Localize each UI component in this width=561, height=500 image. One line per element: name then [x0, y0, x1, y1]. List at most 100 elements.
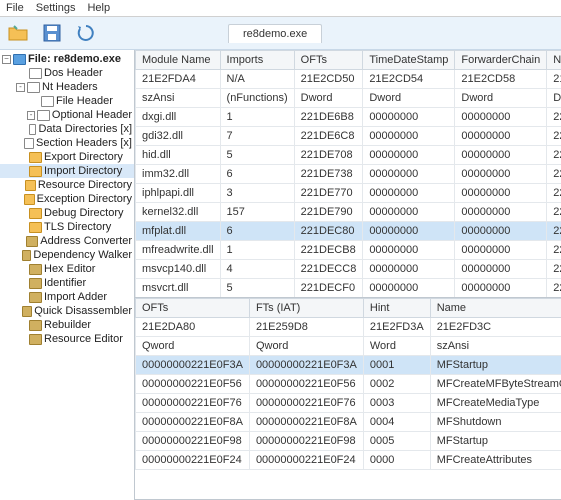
tree-item[interactable]: - Nt Headers [0, 80, 134, 94]
cell: 21E2FD3C [430, 317, 561, 336]
tree-item[interactable]: Exception Directory [0, 192, 134, 206]
column-header[interactable]: Name RVA [547, 51, 561, 70]
content-panel: Module NameImportsOFTsTimeDateStampForwa… [135, 50, 561, 500]
cell: Dword [363, 89, 455, 108]
tree-item[interactable]: Dependency Walker [0, 248, 134, 262]
tool-icon [29, 278, 42, 289]
table-row[interactable]: iphlpapi.dll3221DE7700000000000000000221… [136, 184, 561, 203]
tree-item[interactable]: Export Directory [0, 150, 134, 164]
tree-item[interactable]: Import Adder [0, 290, 134, 304]
tree-item-label: Dos Header [44, 67, 103, 79]
cell: 21E2CD54 [363, 70, 455, 89]
table-row[interactable]: 00000000221E0F2400000000221E0F240000MFCr… [136, 450, 561, 469]
cell: 00000000 [455, 260, 547, 279]
cell: 00000000 [455, 108, 547, 127]
folder-icon [29, 208, 42, 219]
tree-item[interactable]: Resource Directory [0, 178, 134, 192]
menu-settings[interactable]: Settings [36, 2, 76, 14]
cell: 0000 [363, 450, 430, 469]
table-row[interactable]: 00000000221E0F9800000000221E0F980005MFSt… [136, 431, 561, 450]
cell: 221E10B2 [547, 279, 561, 298]
tree-item[interactable]: Resource Editor [0, 332, 134, 346]
cell: 21E259D8 [249, 317, 363, 336]
column-header[interactable]: Hint [363, 298, 430, 317]
tree-item[interactable]: Hex Editor [0, 262, 134, 276]
column-header[interactable]: Imports [220, 51, 294, 70]
tool-icon [29, 320, 42, 331]
column-header[interactable]: FTs (IAT) [249, 298, 363, 317]
cell: 6 [220, 165, 294, 184]
column-header[interactable]: OFTs [136, 298, 250, 317]
tree-item[interactable]: Debug Directory [0, 206, 134, 220]
functions-grid[interactable]: OFTsFTs (IAT)HintName 21E2DA8021E259D821… [135, 298, 561, 500]
table-row[interactable]: 00000000221E0F7600000000221E0F760003MFCr… [136, 393, 561, 412]
tree-item-label: Nt Headers [42, 81, 98, 93]
table-row[interactable]: 00000000221E0F3A00000000221E0F3A0001MFSt… [136, 355, 561, 374]
tree-item[interactable]: File Header [0, 94, 134, 108]
cell: 00000000221E0F8A [249, 412, 363, 431]
tree-item[interactable]: Import Directory [0, 164, 134, 178]
column-header[interactable]: OFTs [294, 51, 363, 70]
tree-item[interactable]: Address Converter [0, 234, 134, 248]
table-row[interactable]: dxgi.dll1221DE6B80000000000000000221E016… [136, 108, 561, 127]
tree-item[interactable]: Data Directories [x] [0, 122, 134, 136]
toggle-icon[interactable]: - [27, 111, 36, 120]
column-header[interactable]: ForwarderChain [455, 51, 547, 70]
table-row[interactable]: QwordQwordWordszAnsi [136, 336, 561, 355]
toggle-icon[interactable]: - [16, 83, 25, 92]
cell: Word [363, 336, 430, 355]
cell: 21E2FD3A [363, 317, 430, 336]
table-row[interactable]: mfplat.dll6221DEC800000000000000000221E0… [136, 222, 561, 241]
cell: dxgi.dll [136, 108, 221, 127]
table-row[interactable]: hid.dll5221DE7080000000000000000221E0268… [136, 146, 561, 165]
tree-item[interactable]: Identifier [0, 276, 134, 290]
cell: 3 [220, 184, 294, 203]
tree-item[interactable]: -Optional Header [0, 108, 134, 122]
table-row[interactable]: 21E2FDA4N/A21E2CD5021E2CD5421E2CD5821E2C… [136, 70, 561, 89]
file-tab[interactable]: re8demo.exe [228, 24, 322, 43]
column-header[interactable]: Name [430, 298, 561, 317]
open-folder-button[interactable] [6, 21, 30, 45]
tree-item[interactable]: Quick Disassembler [0, 304, 134, 318]
cell: 00000000 [363, 203, 455, 222]
table-row[interactable]: kernel32.dll157221DE79000000000000000002… [136, 203, 561, 222]
table-row[interactable]: szAnsi(nFunctions)DwordDwordDwordDwordDw… [136, 89, 561, 108]
cell: 00000000221E0F76 [136, 393, 250, 412]
table-row[interactable]: 00000000221E0F5600000000221E0F560002MFCr… [136, 374, 561, 393]
tree-item[interactable]: Rebuilder [0, 318, 134, 332]
tree-root-label: File: re8demo.exe [28, 53, 121, 65]
cell: N/A [220, 70, 294, 89]
menu-file[interactable]: File [6, 2, 24, 14]
cell: 00000000221E0F98 [249, 431, 363, 450]
cell: 221DE738 [294, 165, 363, 184]
table-row[interactable]: msvcrt.dll5221DECF00000000000000000221E1… [136, 279, 561, 298]
folder-icon [29, 152, 42, 163]
cell: 21E2CD50 [294, 70, 363, 89]
cell: 00000000221E0F3A [136, 355, 250, 374]
table-row[interactable]: imm32.dll6221DE7380000000000000000221E02… [136, 165, 561, 184]
tree-item[interactable]: Dos Header [0, 66, 134, 80]
collapse-icon[interactable]: − [2, 55, 11, 64]
cell: 221E0268 [547, 146, 561, 165]
tree-item[interactable]: TLS Directory [0, 220, 134, 234]
column-header[interactable]: Module Name [136, 51, 221, 70]
cell: 221DECC8 [294, 260, 363, 279]
cell: 221DE6C8 [294, 127, 363, 146]
tree-item-label: Quick Disassembler [34, 305, 132, 317]
tree-item-label: Import Adder [44, 291, 107, 303]
tree-item[interactable]: Section Headers [x] [0, 136, 134, 150]
table-row[interactable]: gdi32.dll7221DE6C80000000000000000221E01… [136, 127, 561, 146]
column-header[interactable]: TimeDateStamp [363, 51, 455, 70]
imports-grid[interactable]: Module NameImportsOFTsTimeDateStampForwa… [135, 50, 561, 298]
tree-root[interactable]: − File: re8demo.exe [0, 52, 134, 66]
table-row[interactable]: 21E2DA8021E259D821E2FD3A21E2FD3C [136, 317, 561, 336]
menu-help[interactable]: Help [87, 2, 110, 14]
table-row[interactable]: 00000000221E0F8A00000000221E0F8A0004MFSh… [136, 412, 561, 431]
table-row[interactable]: mfreadwrite.dll1221DECB80000000000000000… [136, 241, 561, 260]
table-row[interactable]: msvcp140.dll4221DECC80000000000000000221… [136, 260, 561, 279]
cell: hid.dll [136, 146, 221, 165]
save-button[interactable] [40, 21, 64, 45]
refresh-button[interactable] [74, 21, 98, 45]
tool-icon [29, 264, 42, 275]
cell: 221E0FD6 [547, 241, 561, 260]
